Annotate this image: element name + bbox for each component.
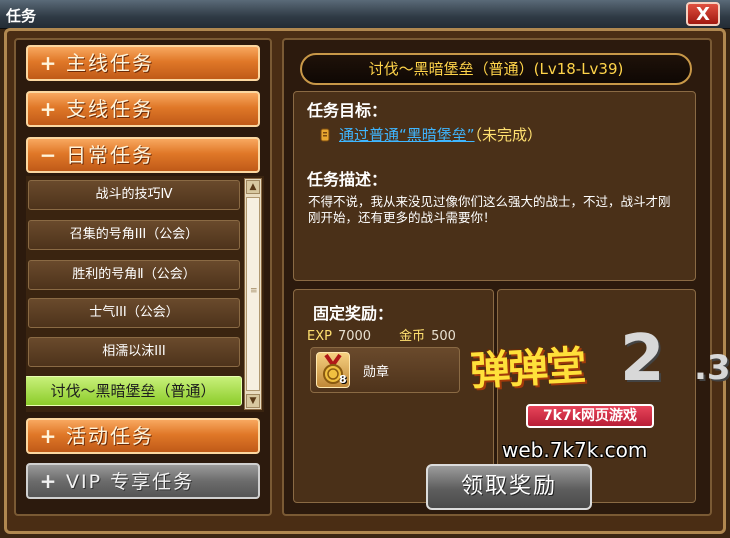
category-main-quests[interactable]: + 主线任务	[26, 45, 260, 81]
expand-icon: +	[39, 97, 57, 121]
item-name: 勋章	[363, 365, 390, 380]
window-title: 任务	[6, 7, 37, 25]
scroll-thumb[interactable]: ≡	[246, 197, 260, 391]
category-side-quests[interactable]: + 支线任务	[26, 91, 260, 127]
title-bar: 任务 X	[0, 0, 730, 29]
game-logo: 弹弹堂 2 .3 7k7k网页游戏 web.7k7k.com	[462, 318, 730, 468]
quest-list-item[interactable]: 相濡以沫III	[28, 337, 240, 367]
goal-status: （未完成）	[474, 126, 543, 144]
reward-item-card[interactable]: 8 勋章	[310, 347, 460, 393]
quest-list-scrollbar[interactable]: ▲ ≡ ▼	[244, 178, 262, 410]
logo-banner: 7k7k网页游戏	[526, 404, 654, 428]
daily-quest-list: 战斗的技巧Ⅳ 召集的号角III（公会） 胜利的号角Ⅱ（公会） 士气III（公会）…	[26, 176, 264, 412]
category-label: VIP 专享任务	[66, 471, 195, 493]
expand-icon: +	[39, 51, 57, 75]
expand-icon: +	[39, 469, 57, 493]
grip-icon: ≡	[250, 286, 258, 296]
quest-list-item-selected[interactable]: 讨伐～黑暗堡垒（普通）	[26, 376, 242, 406]
item-count: 8	[339, 373, 347, 386]
quest-window: 任务 X + 主线任务 + 支线任务 − 日常任务 战斗的技巧Ⅳ 召集的号角III（公…	[0, 0, 730, 538]
quest-list-item[interactable]: 召集的号角III（公会）	[28, 220, 240, 250]
quest-title: 讨伐～黑暗堡垒（普通）(Lv18-Lv39)	[300, 53, 692, 85]
category-daily-quests[interactable]: − 日常任务	[26, 137, 260, 173]
gold-label: 金币	[399, 329, 426, 344]
quest-description: 不得不说，我从来没见过像你们这么强大的战士，不过，战斗才刚刚开始，还有更多的战斗…	[308, 194, 671, 225]
description-heading: 任务描述：	[307, 170, 388, 189]
scroll-down-icon[interactable]: ▼	[246, 394, 260, 408]
logo-version: 2	[620, 322, 665, 396]
reward-heading: 固定奖励：	[313, 304, 394, 323]
reward-values: EXP 7000 金币 500	[307, 325, 456, 344]
quest-list-item[interactable]: 胜利的号角Ⅱ（公会）	[28, 260, 240, 290]
gold-value: 500	[431, 329, 456, 344]
logo-url: web.7k7k.com	[502, 438, 648, 462]
goal-heading: 任务目标：	[307, 101, 388, 120]
expand-icon: +	[39, 424, 57, 448]
logo-version-sub: .3	[694, 348, 730, 388]
category-vip-quests[interactable]: + VIP 专享任务	[26, 463, 260, 499]
close-button[interactable]: X	[686, 2, 720, 26]
exp-label: EXP	[307, 329, 332, 344]
quest-goal: 通过普通“黑暗堡垒”（未完成）	[315, 124, 542, 145]
logo-name: 弹弹堂	[469, 343, 586, 395]
category-label: 活动任务	[66, 424, 154, 448]
scroll-up-icon[interactable]: ▲	[246, 180, 260, 194]
category-label: 主线任务	[66, 51, 154, 75]
category-label: 支线任务	[66, 97, 154, 121]
category-event-quests[interactable]: + 活动任务	[26, 418, 260, 454]
quest-list-item[interactable]: 士气III（公会）	[28, 298, 240, 328]
quest-list-item[interactable]: 战斗的技巧Ⅳ	[28, 180, 240, 210]
claim-reward-button[interactable]: 领取奖励	[426, 464, 592, 510]
category-label: 日常任务	[66, 143, 154, 167]
exp-value: 7000	[337, 329, 372, 344]
goal-link[interactable]: 通过普通“黑暗堡垒”	[339, 126, 475, 144]
collapse-icon: −	[39, 143, 57, 167]
